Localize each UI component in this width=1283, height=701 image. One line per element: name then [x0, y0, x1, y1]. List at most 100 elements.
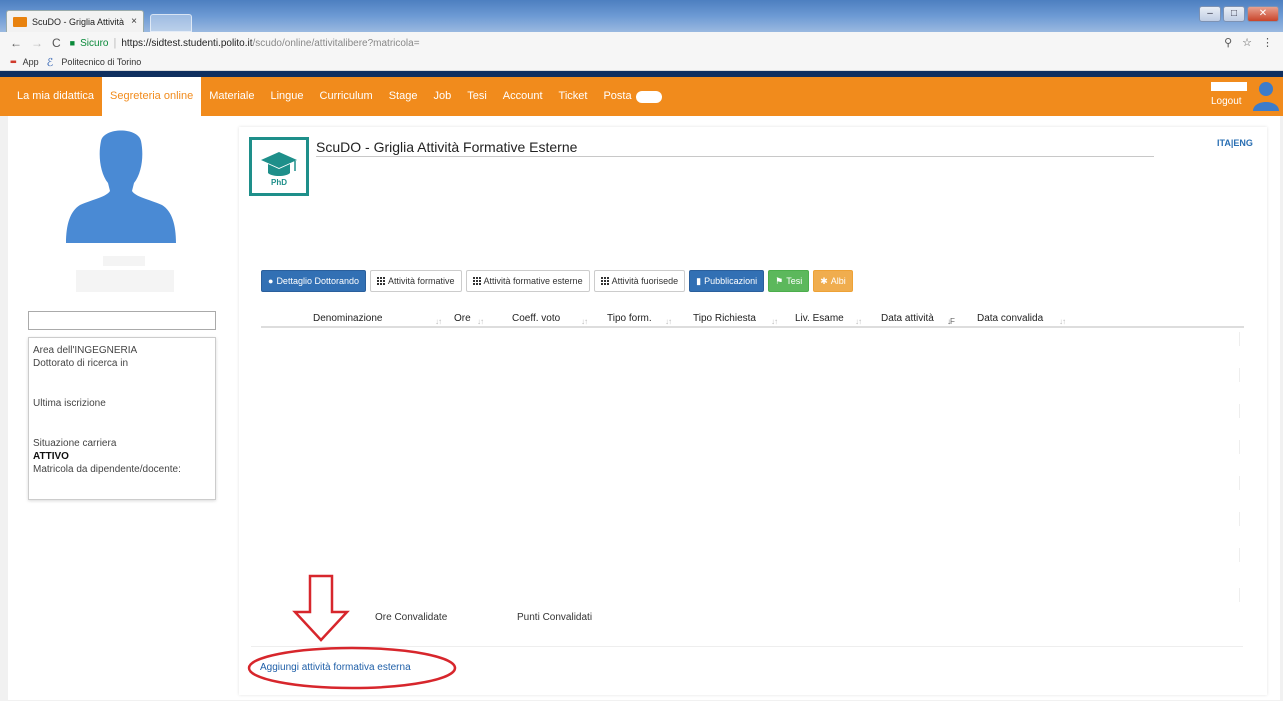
back-icon[interactable]: ← — [10, 36, 22, 50]
url-text: https://sidtest.studenti.polito.it/scudo… — [121, 37, 420, 49]
section-tabs: ● Dettaglio Dottorando Attività formativ… — [261, 270, 853, 292]
col-ore[interactable]: Ore — [454, 313, 471, 324]
grid-icon — [377, 277, 385, 285]
grid-icon — [472, 277, 481, 285]
profile-id-redacted — [76, 270, 174, 292]
activities-table-header: Denominazione ↓↑ Ore ↓↑ Coeff. voto ↓↑ T… — [261, 311, 1244, 328]
tab-dettaglio-dottorando[interactable]: ● Dettaglio Dottorando — [261, 270, 366, 292]
tab-tesi[interactable]: ⚑ Tesi — [768, 270, 810, 292]
profile-area: Area dell'INGEGNERIA — [33, 345, 138, 356]
nav-segreteria-online[interactable]: Segreteria online — [102, 77, 202, 116]
nav-materiale[interactable]: Materiale — [201, 77, 262, 116]
sort-icon[interactable]: ↓↑ — [581, 317, 588, 326]
phd-logo-text: PhD — [271, 178, 287, 187]
nav-posta[interactable]: Posta — [595, 77, 639, 116]
profile-status: ATTIVO — [33, 451, 69, 462]
title-divider — [316, 156, 1154, 157]
tab-attivita-fuorisede[interactable]: Attività fuorisede — [593, 270, 686, 292]
apps-icon[interactable]: ▪▪▪ — [10, 57, 16, 68]
window-controls: – □ ✕ — [1199, 6, 1279, 22]
tab-label: Attività formative esterne — [483, 276, 583, 286]
star-icon[interactable]: ☆ — [1242, 36, 1252, 49]
tab-label: Dettaglio Dottorando — [276, 276, 359, 286]
tab-attivita-formative[interactable]: Attività formative — [370, 270, 462, 292]
book-icon: ▮ — [696, 275, 702, 286]
profile-info-card: Area dell'INGEGNERIA Dottorato di ricerc… — [28, 337, 216, 500]
page-title: ScuDO - Griglia Attività Formative Ester… — [316, 139, 578, 155]
username-box — [1211, 82, 1247, 91]
tab-label: Pubblicazioni — [704, 276, 758, 286]
logout-area[interactable]: Logout — [1211, 82, 1247, 112]
address-bar-actions: ⚲ ☆ ⋮ — [1224, 36, 1273, 49]
tab-label: Attività fuorisede — [611, 276, 679, 286]
grid-icon — [600, 277, 609, 285]
nav-lingue[interactable]: Lingue — [262, 77, 311, 116]
tab-close-icon[interactable]: × — [131, 16, 137, 27]
profile-name-redacted — [103, 256, 145, 266]
tab-pubblicazioni[interactable]: ▮ Pubblicazioni — [689, 270, 765, 292]
tab-title: ScuDO - Griglia Attività I — [32, 16, 127, 27]
ore-convalidate-label: Ore Convalidate — [375, 612, 448, 623]
main-card — [239, 127, 1267, 695]
reload-icon[interactable]: C — [52, 36, 61, 50]
col-data-attivita[interactable]: Data attività — [881, 313, 934, 324]
sort-icon[interactable]: ↓↑ — [771, 317, 778, 326]
footer-divider — [251, 646, 1243, 647]
nav-stage[interactable]: Stage — [381, 77, 426, 116]
language-switch[interactable]: ITA|ENG — [1217, 138, 1253, 148]
tab-attivita-formative-esterne[interactable]: Attività formative esterne — [465, 270, 590, 292]
main-navbar: La mia didattica Segreteria online Mater… — [0, 77, 1283, 116]
url-separator: | — [113, 37, 117, 49]
col-denominazione[interactable]: Denominazione — [313, 313, 383, 324]
sort-icon[interactable]: ↓↑ — [1059, 317, 1066, 326]
logout-link[interactable]: Logout — [1211, 96, 1247, 107]
secure-label: Sicuro — [80, 37, 109, 49]
add-external-activity-link[interactable]: Aggiungi attività formativa esterna — [260, 662, 411, 673]
politecnico-icon: ℰ — [46, 56, 54, 69]
nav-la-mia-didattica[interactable]: La mia didattica — [0, 77, 102, 116]
sort-icon[interactable]: ↓↑ — [665, 317, 672, 326]
bookmarks-bar: ▪▪▪ App ℰ Politecnico di Torino — [0, 54, 1283, 71]
bookmark-politecnico[interactable]: Politecnico di Torino — [61, 57, 141, 67]
profile-dottorato: Dottorato di ricerca in — [33, 358, 129, 369]
col-tipo-form[interactable]: Tipo form. — [607, 313, 652, 324]
url-field[interactable]: ■ Sicuro | https://sidtest.studenti.poli… — [70, 37, 420, 49]
new-tab-button[interactable] — [150, 14, 192, 32]
tab-label: Albi — [830, 276, 846, 286]
col-liv-esame[interactable]: Liv. Esame — [795, 313, 844, 324]
profile-situazione: Situazione carriera — [33, 438, 117, 449]
forward-icon[interactable]: → — [31, 36, 43, 50]
profile-matricola: Matricola da dipendente/docente: — [33, 464, 181, 475]
address-bar: ← → C ■ Sicuro | https://sidtest.student… — [0, 32, 1283, 54]
maximize-icon[interactable]: □ — [1223, 6, 1245, 22]
col-tipo-richiesta[interactable]: Tipo Richiesta — [693, 313, 756, 324]
nav-job[interactable]: Job — [425, 77, 459, 116]
tab-label: Tesi — [786, 276, 803, 286]
col-data-convalida[interactable]: Data convalida — [977, 313, 1043, 324]
nav-tesi[interactable]: Tesi — [459, 77, 495, 116]
menu-icon[interactable]: ⋮ — [1262, 36, 1273, 49]
sort-icon[interactable]: ↓↑ — [435, 317, 442, 326]
posta-toggle[interactable] — [635, 90, 662, 103]
minimize-icon[interactable]: – — [1199, 6, 1221, 22]
user-icon[interactable] — [1253, 81, 1279, 111]
browser-tab[interactable]: ScuDO - Griglia Attività I × — [6, 10, 144, 32]
nav-curriculum[interactable]: Curriculum — [312, 77, 381, 116]
bookmark-app[interactable]: App — [23, 57, 39, 67]
sort-icon[interactable]: ↓↑ — [477, 317, 484, 326]
flag-icon: ⚑ — [775, 275, 784, 286]
table-scroll-marks — [1239, 332, 1243, 612]
profile-search-input[interactable] — [28, 311, 216, 330]
sort-icon[interactable]: ↓↑ — [855, 317, 862, 326]
col-coeff-voto[interactable]: Coeff. voto — [512, 313, 560, 324]
graduation-cap-icon: PhD — [261, 152, 297, 187]
profile-ultima-iscrizione: Ultima iscrizione — [33, 398, 106, 409]
sort-desc-icon[interactable]: ↓F — [947, 317, 955, 326]
browser-tabbar: ScuDO - Griglia Attività I × – □ ✕ — [0, 0, 1283, 32]
nav-account[interactable]: Account — [495, 77, 551, 116]
window-close-icon[interactable]: ✕ — [1247, 6, 1279, 22]
tab-albi[interactable]: ✱ Albi — [813, 270, 853, 292]
user-icon: ● — [268, 276, 274, 286]
zoom-icon[interactable]: ⚲ — [1224, 36, 1232, 49]
nav-ticket[interactable]: Ticket — [551, 77, 596, 116]
